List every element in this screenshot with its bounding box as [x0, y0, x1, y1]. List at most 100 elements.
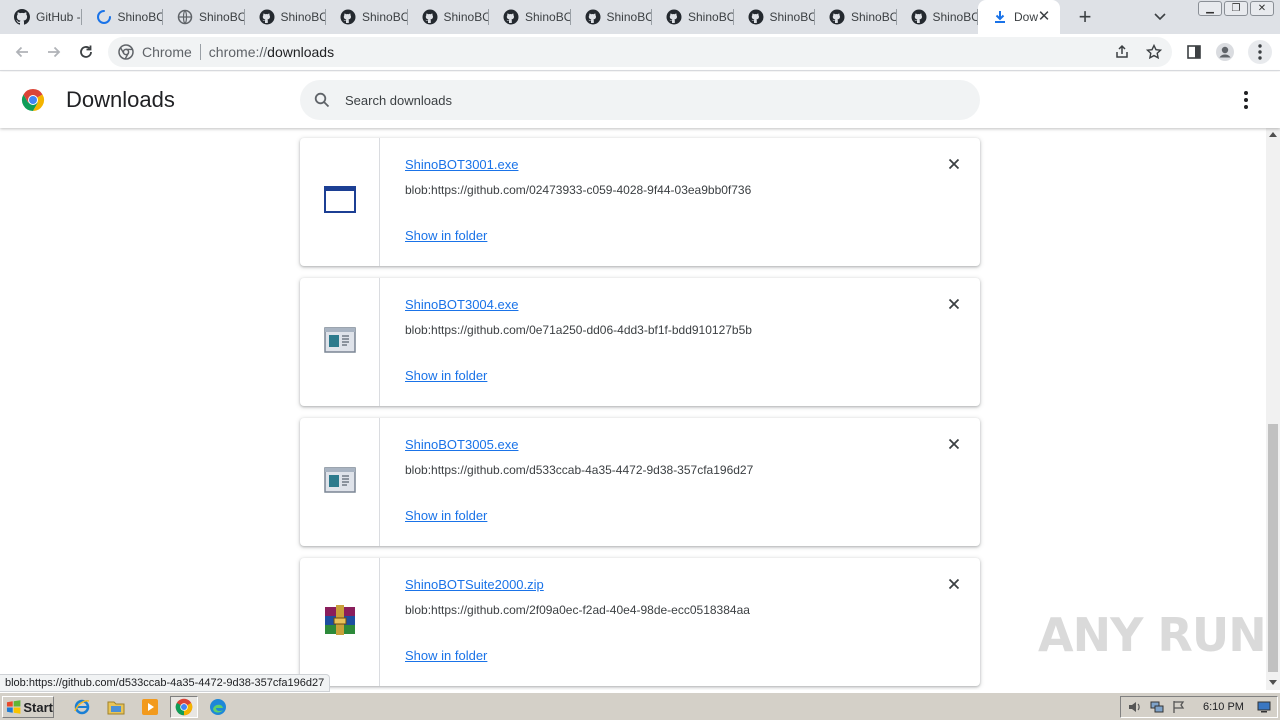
media-player-icon[interactable] — [136, 696, 164, 718]
tab-label: GitHub - — [36, 10, 81, 24]
remove-download-icon[interactable] — [946, 436, 962, 452]
tab-shinobot[interactable]: ShinoBO — [734, 0, 815, 34]
tab-shinobot[interactable]: ShinoBO — [815, 0, 897, 34]
page-scrollbar[interactable] — [1266, 128, 1280, 690]
tab-label: ShinoBO — [362, 10, 408, 24]
back-arrow-icon — [15, 46, 28, 58]
reload-button[interactable] — [74, 40, 98, 64]
show-desktop-icon[interactable] — [1256, 699, 1272, 715]
chrome-taskbar-icon[interactable] — [170, 696, 198, 718]
close-window-button[interactable]: ✕ — [1250, 1, 1274, 16]
action-center-flag-icon[interactable] — [1171, 699, 1187, 715]
file-source-url: blob:https://github.com/d533ccab-4a35-44… — [405, 463, 754, 477]
site-label: Chrome — [142, 44, 192, 60]
remove-download-icon[interactable] — [946, 156, 962, 172]
loading-spinner-icon — [96, 9, 112, 25]
tab-label: ShinoBO — [443, 10, 490, 24]
side-panel-icon[interactable] — [1184, 42, 1204, 62]
file-icon-column — [300, 558, 380, 686]
volume-icon[interactable] — [1127, 699, 1143, 715]
tab-shinobot[interactable]: ShinoBO — [408, 0, 490, 34]
url-host: downloads — [267, 44, 335, 60]
file-name-link[interactable]: ShinoBOT3005.exe — [405, 437, 518, 452]
start-label: Start — [23, 699, 53, 715]
show-in-folder-link[interactable]: Show in folder — [405, 648, 487, 663]
quick-launch — [68, 696, 232, 718]
tab-shinobot[interactable]: ShinoBO — [571, 0, 652, 34]
tab-label: ShinoBO — [280, 10, 327, 24]
downloads-header: Downloads — [0, 72, 1280, 128]
internet-explorer-icon[interactable] — [68, 696, 96, 718]
tabs: GitHub - ShinoBO ShinoBO ShinoBO ShinoBO… — [0, 0, 1100, 34]
search-icon — [313, 91, 331, 109]
tab-strip: GitHub - ShinoBO ShinoBO ShinoBO ShinoBO… — [0, 0, 1280, 34]
search-input[interactable] — [345, 92, 945, 108]
tab-label: ShinoBO — [932, 10, 979, 24]
tab-label: ShinoBO — [199, 10, 245, 24]
tab-label: ShinoBO — [688, 10, 734, 24]
tab-shinobot[interactable]: ShinoBO — [326, 0, 408, 34]
file-explorer-icon[interactable] — [102, 696, 130, 718]
file-name-link[interactable]: ShinoBOT3001.exe — [405, 157, 518, 172]
tab-shinobot[interactable]: ShinoBO — [897, 0, 979, 34]
window-controls: ▁ ❐ ✕ — [1198, 1, 1274, 16]
file-source-url: blob:https://github.com/02473933-c059-40… — [405, 183, 752, 197]
show-in-folder-link[interactable]: Show in folder — [405, 368, 487, 383]
system-tray: 6:10 PM — [1120, 696, 1278, 718]
file-name-link[interactable]: ShinoBOTSuite2000.zip — [405, 577, 544, 592]
github-icon — [829, 9, 845, 25]
show-in-folder-link[interactable]: Show in folder — [405, 228, 487, 243]
tab-label: ShinoBO — [117, 10, 164, 24]
github-icon — [503, 9, 519, 25]
tab-shinobot[interactable]: ShinoBO — [652, 0, 734, 34]
omnibox-actions — [1112, 37, 1172, 67]
github-icon — [585, 9, 601, 25]
share-icon[interactable] — [1112, 42, 1132, 62]
globe-icon — [177, 9, 193, 25]
edge-icon[interactable] — [204, 696, 232, 718]
exe-app-icon — [323, 326, 356, 358]
tab-shinobot[interactable]: ShinoBO — [489, 0, 571, 34]
start-button[interactable]: Start — [2, 696, 54, 718]
download-item: ShinoBOT3005.exe blob:https://github.com… — [300, 418, 980, 546]
tab-downloads[interactable]: Dow ✕ — [978, 0, 1060, 34]
browser-menu-icon[interactable] — [1248, 40, 1272, 64]
exe-app-icon — [323, 466, 356, 498]
remove-download-icon[interactable] — [946, 296, 962, 312]
tab-search-chevron-icon[interactable] — [1150, 8, 1170, 26]
github-icon — [666, 9, 682, 25]
url-scheme: chrome:// — [208, 44, 268, 60]
github-icon — [259, 9, 275, 25]
download-icon — [992, 9, 1008, 25]
back-button[interactable] — [10, 40, 34, 64]
taskbar-clock[interactable]: 6:10 PM — [1203, 701, 1244, 713]
window-app-icon — [323, 185, 356, 219]
new-tab-button[interactable]: + — [1070, 0, 1100, 34]
profile-avatar-icon[interactable] — [1215, 42, 1235, 62]
reload-icon — [80, 45, 92, 58]
downloads-list: ShinoBOT3001.exe blob:https://github.com… — [0, 128, 1266, 690]
tab-github[interactable]: GitHub - — [0, 0, 82, 34]
site-info[interactable]: Chrome — [108, 44, 192, 60]
more-actions-icon[interactable] — [1236, 90, 1256, 110]
close-tab-icon[interactable]: ✕ — [1036, 9, 1052, 25]
tab-shinobot-loading[interactable]: ShinoBO — [82, 0, 164, 34]
minimize-button[interactable]: ▁ — [1198, 1, 1222, 16]
winrar-archive-icon — [323, 604, 357, 641]
search-box[interactable] — [300, 80, 980, 120]
tab-shinobot[interactable]: ShinoBO — [245, 0, 327, 34]
restore-button[interactable]: ❐ — [1224, 1, 1248, 16]
bookmark-star-icon[interactable] — [1144, 42, 1164, 62]
show-in-folder-link[interactable]: Show in folder — [405, 508, 487, 523]
file-name-link[interactable]: ShinoBOT3004.exe — [405, 297, 518, 312]
remove-download-icon[interactable] — [946, 576, 962, 592]
forward-button[interactable] — [42, 40, 66, 64]
network-icon[interactable] — [1149, 699, 1165, 715]
tab-label: ShinoBO — [851, 10, 897, 24]
scroll-up-arrow-icon[interactable] — [1269, 132, 1277, 137]
scroll-down-arrow-icon[interactable] — [1269, 680, 1277, 685]
address-bar[interactable]: Chrome chrome://downloads — [108, 37, 1172, 67]
page-title: Downloads — [66, 87, 175, 112]
tab-shinobot-globe[interactable]: ShinoBO — [163, 0, 245, 34]
scrollbar-thumb[interactable] — [1268, 424, 1278, 672]
